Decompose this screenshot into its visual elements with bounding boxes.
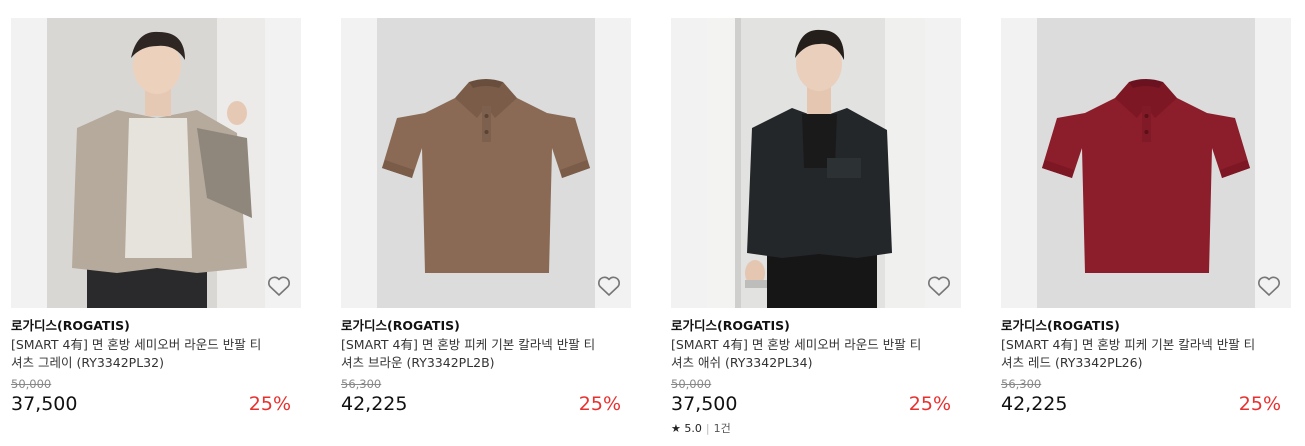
product-grid: 로가디스(ROGATIS) [SMART 4有] 면 혼방 세미오버 라운드 반… — [0, 0, 1305, 446]
discount-rate: 25% — [908, 393, 951, 415]
discount-rate: 25% — [578, 393, 621, 415]
brand-name[interactable]: 로가디스(ROGATIS) — [1001, 318, 1291, 334]
original-price: 56,300 — [1001, 377, 1042, 391]
product-thumbnail[interactable] — [1001, 18, 1291, 308]
product-thumbnail[interactable] — [341, 18, 631, 308]
product-card[interactable]: 로가디스(ROGATIS) [SMART 4有] 면 혼방 피케 기본 칼라넥 … — [1001, 18, 1291, 416]
brown-polo-photo[interactable] — [377, 18, 595, 308]
product-title[interactable]: [SMART 4有] 면 혼방 세미오버 라운드 반팔 티셔츠 애쉬 (RY33… — [671, 336, 929, 372]
divider: | — [705, 422, 710, 435]
product-card[interactable]: 로가디스(ROGATIS) [SMART 4有] 면 혼방 세미오버 라운드 반… — [671, 18, 961, 436]
brand-name[interactable]: 로가디스(ROGATIS) — [11, 318, 301, 334]
price-row: 42,225 25% — [341, 392, 631, 416]
price-row: 42,225 25% — [1001, 392, 1291, 416]
product-thumbnail[interactable] — [11, 18, 301, 308]
wishlist-heart-icon[interactable] — [265, 272, 293, 300]
red-polo-photo[interactable] — [1037, 18, 1255, 308]
price-row: 37,500 25% — [671, 392, 961, 416]
rating-score: ★ 5.0 — [671, 422, 702, 435]
product-card[interactable]: 로가디스(ROGATIS) [SMART 4有] 면 혼방 피케 기본 칼라넥 … — [341, 18, 631, 416]
product-title[interactable]: [SMART 4有] 면 혼방 피케 기본 칼라넥 반팔 티셔츠 레드 (RY3… — [1001, 336, 1259, 372]
original-price: 50,000 — [671, 377, 712, 391]
review-count: 1건 — [713, 422, 731, 435]
sale-price: 42,225 — [1001, 393, 1068, 415]
brand-name[interactable]: 로가디스(ROGATIS) — [341, 318, 631, 334]
wishlist-heart-icon[interactable] — [595, 272, 623, 300]
wishlist-heart-icon[interactable] — [925, 272, 953, 300]
price-row: 37,500 25% — [11, 392, 301, 416]
discount-rate: 25% — [1238, 393, 1281, 415]
sale-price: 37,500 — [11, 393, 78, 415]
discount-rate: 25% — [248, 393, 291, 415]
product-thumbnail[interactable] — [671, 18, 961, 308]
product-title[interactable]: [SMART 4有] 면 혼방 세미오버 라운드 반팔 티셔츠 그레이 (RY3… — [11, 336, 269, 372]
model-beige-jacket-photo[interactable] — [47, 18, 265, 308]
product-title[interactable]: [SMART 4有] 면 혼방 피케 기본 칼라넥 반팔 티셔츠 브라운 (RY… — [341, 336, 599, 372]
sale-price: 42,225 — [341, 393, 408, 415]
sale-price: 37,500 — [671, 393, 738, 415]
original-price: 50,000 — [11, 377, 52, 391]
model-black-jacket-photo[interactable] — [707, 18, 925, 308]
original-price: 56,300 — [341, 377, 382, 391]
review-summary[interactable]: ★ 5.0 | 1건 — [671, 422, 961, 436]
product-card[interactable]: 로가디스(ROGATIS) [SMART 4有] 면 혼방 세미오버 라운드 반… — [11, 18, 301, 416]
brand-name[interactable]: 로가디스(ROGATIS) — [671, 318, 961, 334]
wishlist-heart-icon[interactable] — [1255, 272, 1283, 300]
